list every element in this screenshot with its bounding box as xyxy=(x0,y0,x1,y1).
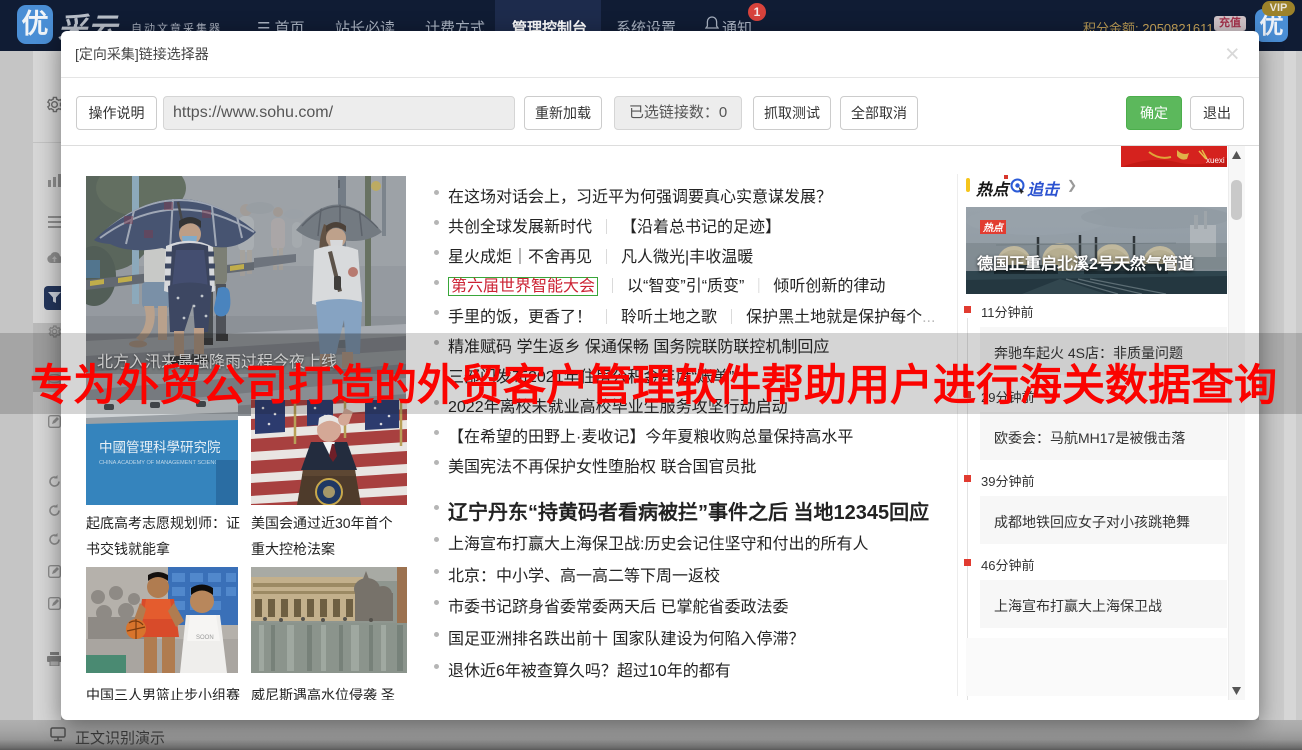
svg-text:SOON: SOON xyxy=(196,635,214,641)
svg-text:热点: 热点 xyxy=(982,222,1005,234)
svg-text:中國管理科學研究院: 中國管理科學研究院 xyxy=(99,440,221,455)
svg-text:xuexi: xuexi xyxy=(1206,156,1225,165)
svg-text:CHINA ACADEMY OF MANAGEMENT SC: CHINA ACADEMY OF MANAGEMENT SCIENCE xyxy=(99,460,222,466)
